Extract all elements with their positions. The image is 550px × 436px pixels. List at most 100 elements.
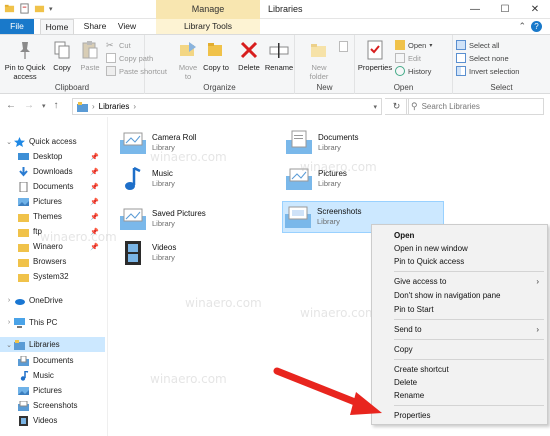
menu-item-open[interactable]: Open xyxy=(372,229,547,242)
menu-item-pin-start[interactable]: Pin to Start xyxy=(372,303,547,316)
new-group: New folder New xyxy=(295,35,355,94)
up-arrow-icon[interactable]: ↑ xyxy=(54,100,59,111)
open-button[interactable]: Open ▾ xyxy=(395,40,432,50)
tab-share[interactable]: Share xyxy=(80,19,110,34)
menu-item-open-new-window[interactable]: Open in new window xyxy=(372,242,547,255)
sidebar-item-pictures[interactable]: Pictures 📌 xyxy=(0,194,105,209)
copy-icon xyxy=(54,41,70,59)
forward-arrow-icon[interactable]: → xyxy=(24,100,34,111)
sidebar-item-quick-access[interactable]: ⌄ Quick access xyxy=(0,134,105,149)
history-button[interactable]: History xyxy=(395,66,431,76)
sidebar-item-lib-screenshots[interactable]: Screenshots xyxy=(0,398,105,413)
properties-small-icon[interactable] xyxy=(19,3,30,14)
tab-file[interactable]: File xyxy=(0,19,34,34)
tab-view[interactable]: View xyxy=(112,19,142,34)
pin-icon[interactable]: 📌 xyxy=(90,198,99,206)
menu-item-create-shortcut[interactable]: Create shortcut xyxy=(372,363,547,376)
copy-to-button[interactable]: Copy to xyxy=(203,39,229,72)
sidebar-item-lib-videos[interactable]: Videos xyxy=(0,413,105,428)
address-dropdown-icon[interactable]: ▾ xyxy=(373,103,377,111)
chevron-down-icon[interactable]: ⌄ xyxy=(4,138,14,146)
pin-quick-access-button[interactable]: Pin to Quick access xyxy=(3,39,47,81)
watermark: winaero.com xyxy=(150,372,227,386)
new-item-icon[interactable] xyxy=(339,41,348,52)
window-title: Libraries xyxy=(268,4,303,14)
menu-item-properties[interactable]: Properties xyxy=(372,409,547,422)
open-folder-icon xyxy=(395,40,405,50)
new-folder-small-icon[interactable] xyxy=(34,3,45,14)
pin-icon[interactable]: 📌 xyxy=(90,183,99,191)
invert-selection-button[interactable]: Invert selection xyxy=(456,66,519,76)
sidebar-item-documents[interactable]: Documents 📌 xyxy=(0,179,105,194)
copy-button[interactable]: Copy xyxy=(50,39,74,72)
music-icon xyxy=(20,370,29,381)
sidebar-item-libraries[interactable]: ⌄ Libraries xyxy=(0,337,105,352)
menu-item-give-access[interactable]: Give access to › xyxy=(372,275,547,288)
sidebar-item-onedrive[interactable]: › OneDrive xyxy=(0,293,105,308)
customize-toolbar-icon[interactable]: ▾ xyxy=(49,5,53,13)
sidebar-item-desktop[interactable]: Desktop 📌 xyxy=(0,149,105,164)
back-arrow-icon[interactable]: ← xyxy=(6,100,16,111)
tab-library-tools[interactable]: Library Tools xyxy=(156,19,260,34)
chevron-down-icon[interactable]: ⌄ xyxy=(4,341,14,349)
sidebar-item-themes[interactable]: Themes 📌 xyxy=(0,209,105,224)
cut-button[interactable]: ✂ Cut xyxy=(106,40,131,50)
help-icon[interactable]: ? xyxy=(531,21,542,32)
close-button[interactable]: ✕ xyxy=(520,0,550,19)
context-menu: Open Open in new window Pin to Quick acc… xyxy=(371,224,548,425)
folder-icon[interactable] xyxy=(4,3,15,14)
sidebar-item-this-pc[interactable]: › This PC xyxy=(0,315,105,330)
menu-item-pin-quick-access[interactable]: Pin to Quick access xyxy=(372,255,547,268)
delete-button[interactable]: Delete xyxy=(236,39,262,72)
chevron-right-icon[interactable]: › xyxy=(4,297,14,304)
library-documents[interactable]: Documents Library xyxy=(284,127,444,159)
select-all-button[interactable]: Select all xyxy=(456,40,499,50)
menu-item-delete[interactable]: Delete xyxy=(372,376,547,389)
address-field[interactable]: › Libraries › ▾ xyxy=(72,98,382,115)
select-none-button[interactable]: Select none xyxy=(456,53,509,63)
library-videos[interactable]: Videos Library xyxy=(118,237,278,269)
rename-button[interactable]: Rename xyxy=(264,39,294,72)
properties-button[interactable]: Properties xyxy=(357,39,393,72)
breadcrumb-chevron-icon[interactable]: › xyxy=(133,102,136,111)
sidebar-item-system32[interactable]: System32 xyxy=(0,269,105,284)
menu-item-dont-show-nav[interactable]: Don't show in navigation pane xyxy=(372,289,547,302)
breadcrumb-libraries[interactable]: Libraries xyxy=(99,102,130,111)
paste-button[interactable]: Paste xyxy=(78,39,102,72)
sidebar-item-lib-music[interactable]: Music xyxy=(0,368,105,383)
move-to-button[interactable]: Move to xyxy=(175,39,201,81)
collapse-ribbon-icon[interactable]: ⌃ xyxy=(518,21,526,32)
select-group-label: Select xyxy=(490,83,513,92)
pin-icon[interactable]: 📌 xyxy=(90,213,99,221)
new-folder-button[interactable]: New folder xyxy=(303,39,335,81)
pin-icon[interactable]: 📌 xyxy=(90,153,99,161)
maximize-button[interactable]: ☐ xyxy=(490,0,520,19)
search-icon: ⚲ xyxy=(411,101,418,111)
tab-home[interactable]: Home xyxy=(40,19,74,35)
library-saved-pictures[interactable]: Saved Pictures Library xyxy=(118,203,278,235)
menu-item-send-to[interactable]: Send to › xyxy=(372,323,547,336)
menu-item-copy[interactable]: Copy xyxy=(372,343,547,356)
manage-context-tab[interactable]: Manage xyxy=(156,0,260,19)
search-input[interactable]: ⚲ Search Libraries xyxy=(406,98,544,115)
sidebar-item-downloads[interactable]: Downloads 📌 xyxy=(0,164,105,179)
pin-icon[interactable]: 📌 xyxy=(90,168,99,176)
folder-icon xyxy=(18,258,29,267)
sidebar-item-lib-pictures[interactable]: Pictures xyxy=(0,383,105,398)
libraries-icon xyxy=(14,339,25,350)
chevron-right-icon[interactable]: › xyxy=(4,319,14,326)
sidebar-item-lib-documents[interactable]: Documents xyxy=(0,353,105,368)
desktop-icon xyxy=(18,152,29,160)
organize-group-label: Organize xyxy=(203,83,236,92)
scissors-icon: ✂ xyxy=(106,40,114,50)
sidebar-item-browsers[interactable]: Browsers xyxy=(0,254,105,269)
navigation-buttons: ← → ▾ ↑ xyxy=(6,100,59,111)
library-music[interactable]: Music Library xyxy=(118,163,278,195)
edit-button[interactable]: Edit xyxy=(395,53,421,63)
delete-x-icon xyxy=(240,41,258,59)
minimize-button[interactable]: — xyxy=(460,0,490,19)
breadcrumb-chevron-icon[interactable]: › xyxy=(92,102,95,111)
menu-item-rename[interactable]: Rename xyxy=(372,389,547,402)
recent-locations-icon[interactable]: ▾ xyxy=(42,102,46,110)
watermark: winaero.com xyxy=(300,306,377,320)
